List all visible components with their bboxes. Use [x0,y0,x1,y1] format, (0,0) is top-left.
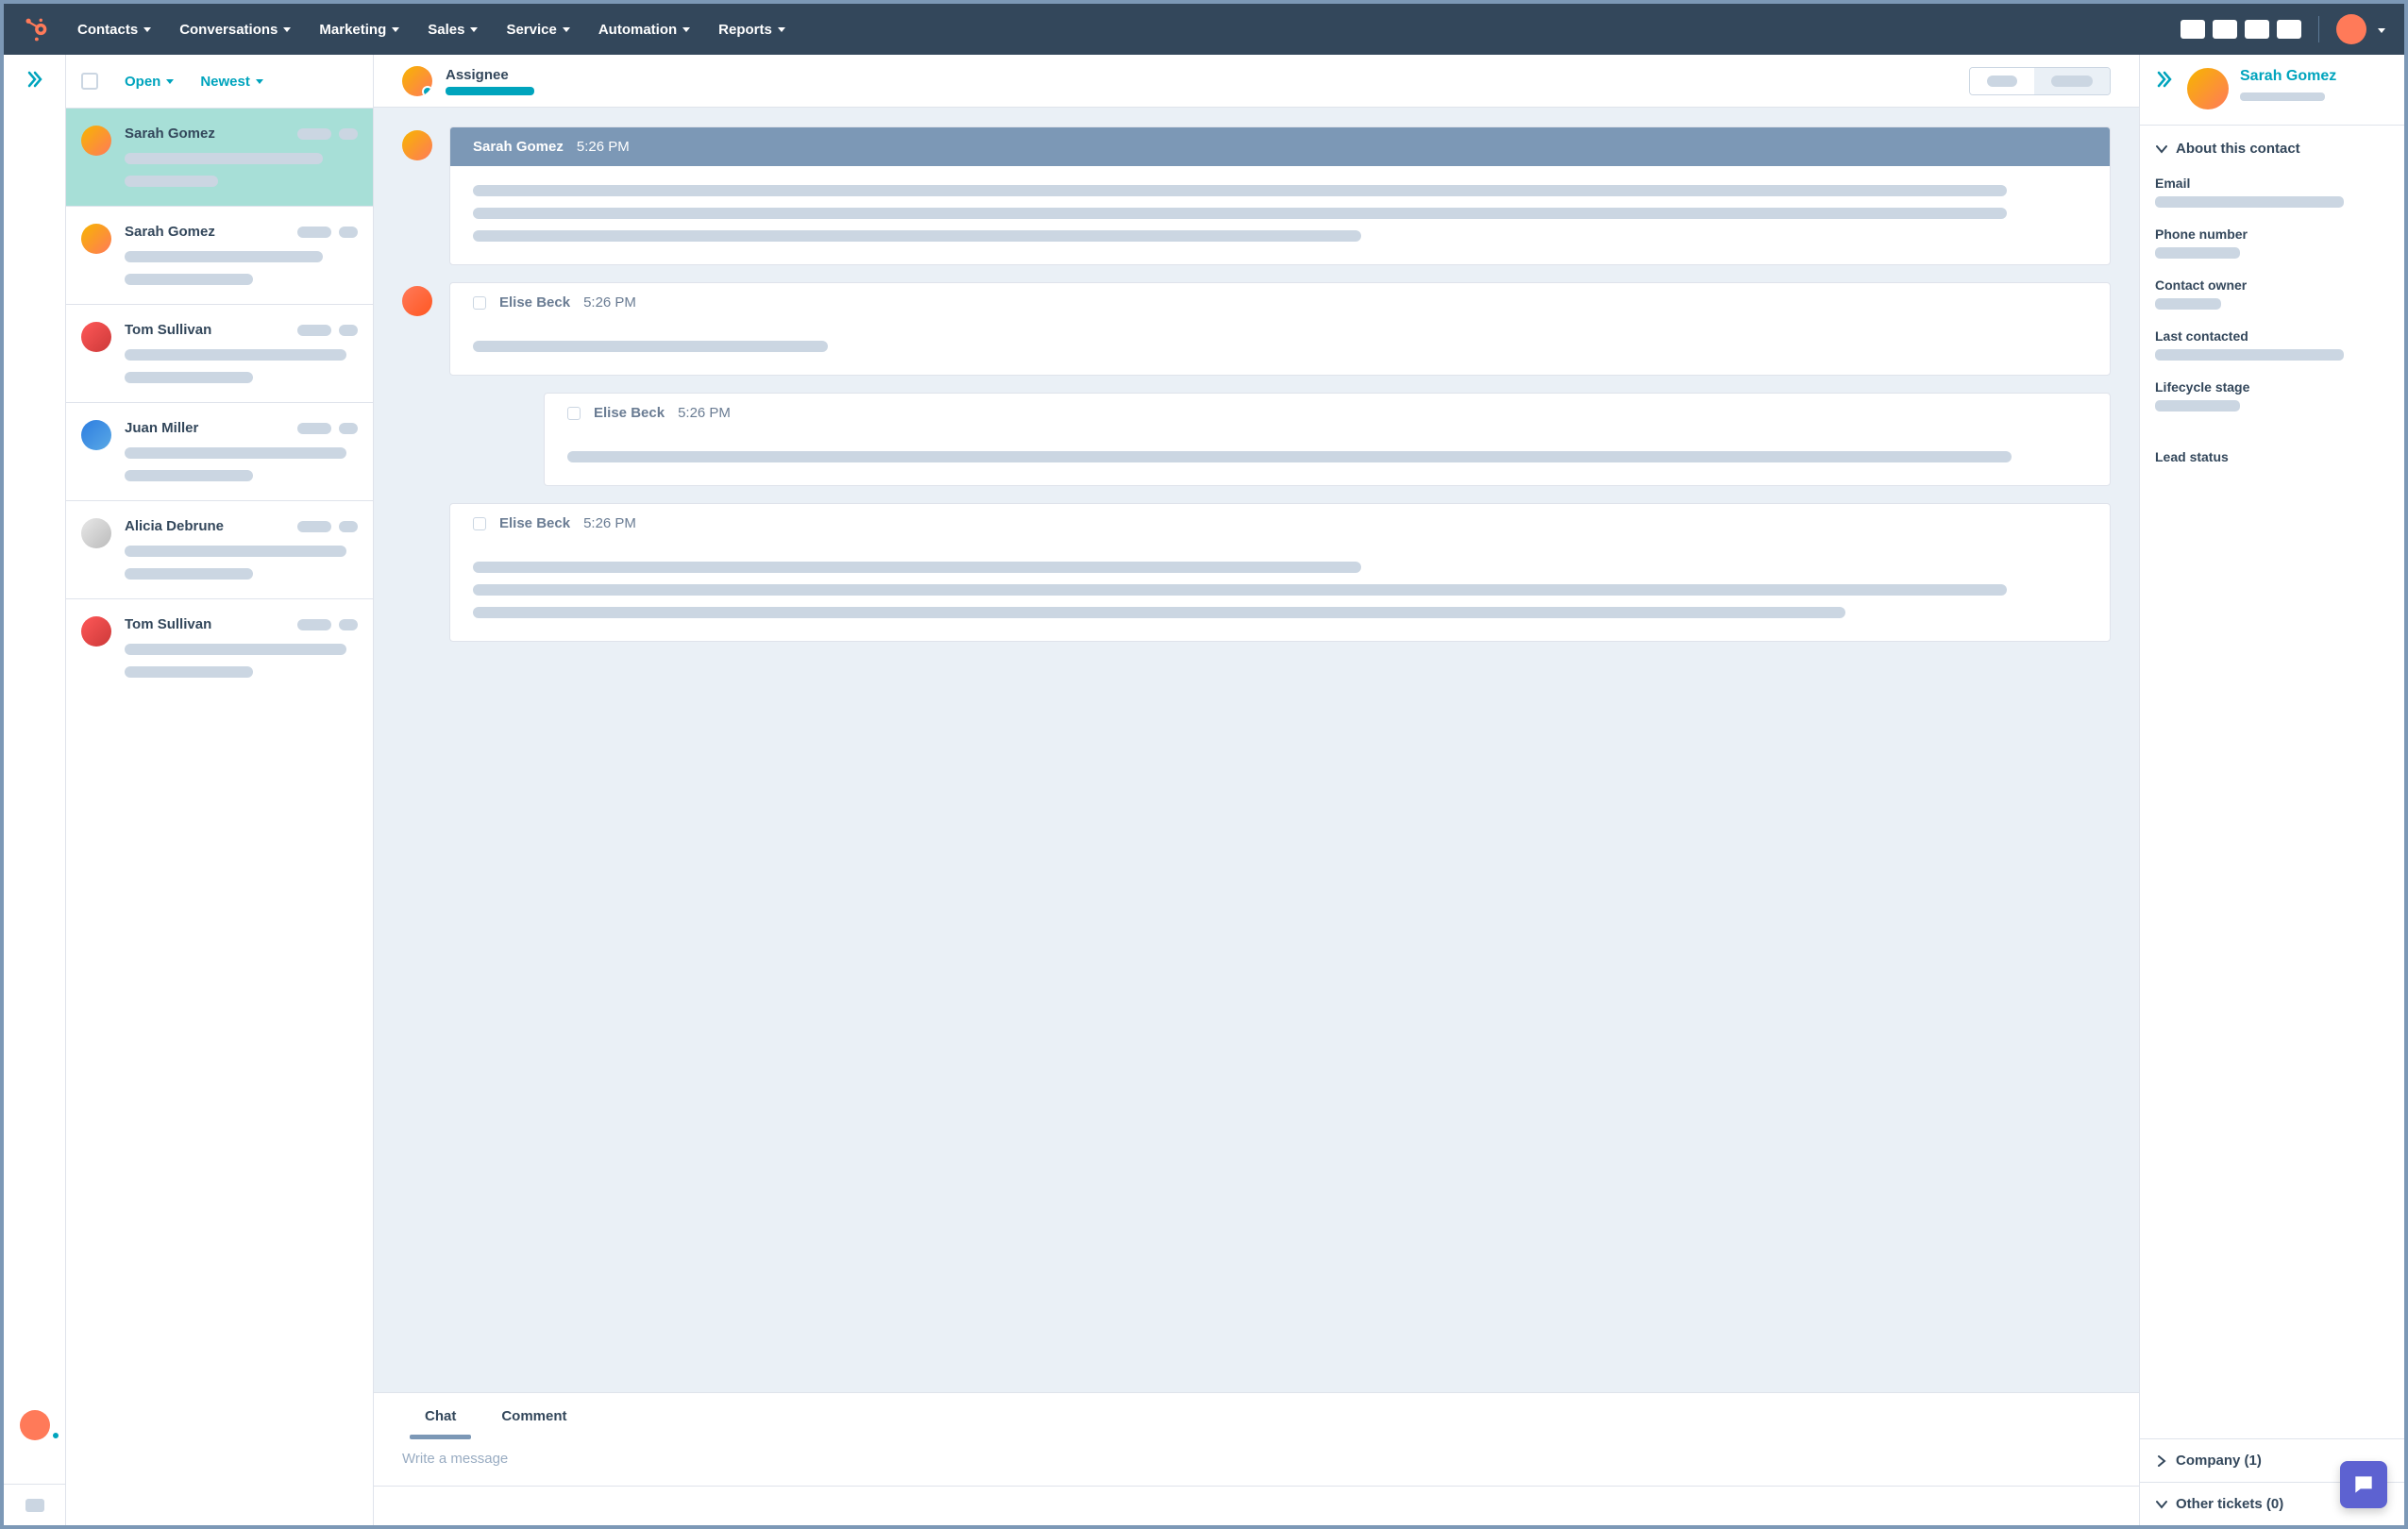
thread-header: Assignee [374,55,2139,108]
inbox-item[interactable]: Sarah Gomez [66,206,373,304]
message: Sarah Gomez 5:26 PM [402,126,2111,265]
assignee-avatar[interactable] [402,66,432,96]
message-avatar [402,130,432,160]
message-checkbox[interactable] [567,407,581,420]
left-rail [4,55,66,1525]
avatar [81,616,111,647]
inbox-item[interactable]: Alicia Debrune [66,500,373,598]
message: Elise Beck 5:26 PM [402,282,2111,376]
avatar [81,322,111,352]
chat-fab[interactable] [2340,1461,2387,1508]
message-checkbox[interactable] [473,296,486,310]
composer-tabs: Chat Comment [374,1392,2139,1437]
nav-sales[interactable]: Sales [428,22,478,38]
message-checkbox[interactable] [473,517,486,530]
context-header: Sarah Gomez [2140,55,2404,126]
presence-dot-icon [51,1431,60,1440]
nav-divider [2318,16,2319,42]
about-section-header[interactable]: About this contact [2155,141,2389,157]
message: Elise Beck 5:26 PM [449,393,2111,486]
avatar [81,420,111,450]
thread-messages: Sarah Gomez 5:26 PM Elise Beck 5:26 PM [374,108,2139,1392]
message-sender: Elise Beck [594,405,665,421]
nav-pill-1[interactable] [2181,20,2205,39]
inbox-item[interactable]: Tom Sullivan [66,304,373,402]
nav-automation[interactable]: Automation [598,22,690,38]
inbox-filters: Open Newest [66,55,373,108]
inbox-item-name: Tom Sullivan [125,322,211,338]
field-lead-status: Lead status [2155,449,2389,464]
inbox-items: Sarah Gomez Sarah Gomez [66,108,373,1525]
context-body: About this contact Email Phone number Co… [2140,126,2404,1438]
message-time: 5:26 PM [583,294,636,311]
avatar [81,224,111,254]
nav-pill-3[interactable] [2245,20,2269,39]
message-sender: Sarah Gomez [473,139,564,155]
context-collapse-icon[interactable] [2155,70,2174,93]
nav-items: Contacts Conversations Marketing Sales S… [77,22,785,38]
chevron-down-icon [2155,143,2168,156]
presence-dot-icon [422,86,432,96]
avatar [81,126,111,156]
chat-icon [2351,1472,2376,1497]
thread-view-toggle[interactable] [1969,67,2111,95]
field-owner: Contact owner [2155,277,2389,310]
field-last-contacted: Last contacted [2155,328,2389,361]
message-sender: Elise Beck [499,294,570,311]
inbox-item-name: Sarah Gomez [125,126,215,142]
context-contact-name[interactable]: Sarah Gomez [2240,68,2336,85]
nav-right [2181,14,2385,44]
rail-bottom-pill [25,1499,44,1512]
chevron-down-icon [2155,1498,2168,1511]
composer-input[interactable]: Write a message [374,1437,2139,1486]
nav-conversations[interactable]: Conversations [179,22,291,38]
user-menu-chevron-icon[interactable] [2378,21,2385,38]
nav-pill-2[interactable] [2213,20,2237,39]
hubspot-logo-icon[interactable] [23,16,49,42]
assignee-name-placeholder [446,87,534,95]
message-time: 5:26 PM [577,139,630,155]
field-phone: Phone number [2155,227,2389,259]
message-sender: Elise Beck [499,515,570,531]
tab-chat[interactable]: Chat [402,1393,479,1437]
chevron-right-icon [2155,1454,2168,1468]
inbox-item[interactable]: Tom Sullivan [66,598,373,697]
inbox-item-name: Sarah Gomez [125,224,215,240]
nav-contacts[interactable]: Contacts [77,22,151,38]
tab-comment[interactable]: Comment [479,1393,589,1437]
field-lifecycle: Lifecycle stage [2155,379,2389,412]
rail-bottom[interactable] [4,1484,65,1525]
inbox-item[interactable]: Juan Miller [66,402,373,500]
select-all-checkbox[interactable] [81,73,98,90]
nav-service[interactable]: Service [506,22,569,38]
nav-reports[interactable]: Reports [718,22,785,38]
rail-expand-icon[interactable] [25,70,44,93]
context-subtitle-placeholder [2240,92,2325,101]
field-email: Email [2155,176,2389,208]
inbox-list: Open Newest Sarah Gomez Sarah Gomez [66,55,374,1525]
composer-footer [374,1486,2139,1525]
avatar [81,518,111,548]
inbox-item-name: Tom Sullivan [125,616,211,632]
message-avatar [402,286,432,316]
message-time: 5:26 PM [678,405,731,421]
thread-pane: Assignee Sarah Gomez 5:26 PM [374,55,2140,1525]
inbox-item[interactable]: Sarah Gomez [66,108,373,206]
user-avatar[interactable] [2336,14,2366,44]
message-time: 5:26 PM [583,515,636,531]
context-panel: Sarah Gomez About this contact Email Pho… [2140,55,2404,1525]
inbox-item-name: Juan Miller [125,420,198,436]
top-nav: Contacts Conversations Marketing Sales S… [4,4,2404,55]
message: Elise Beck 5:26 PM [402,503,2111,642]
assignee-label: Assignee [446,67,534,83]
filter-status[interactable]: Open [125,74,174,90]
filter-sort[interactable]: Newest [200,74,263,90]
inbox-item-name: Alicia Debrune [125,518,224,534]
context-avatar [2187,68,2229,109]
rail-user-avatar[interactable] [20,1410,50,1440]
nav-marketing[interactable]: Marketing [319,22,399,38]
nav-pill-4[interactable] [2277,20,2301,39]
